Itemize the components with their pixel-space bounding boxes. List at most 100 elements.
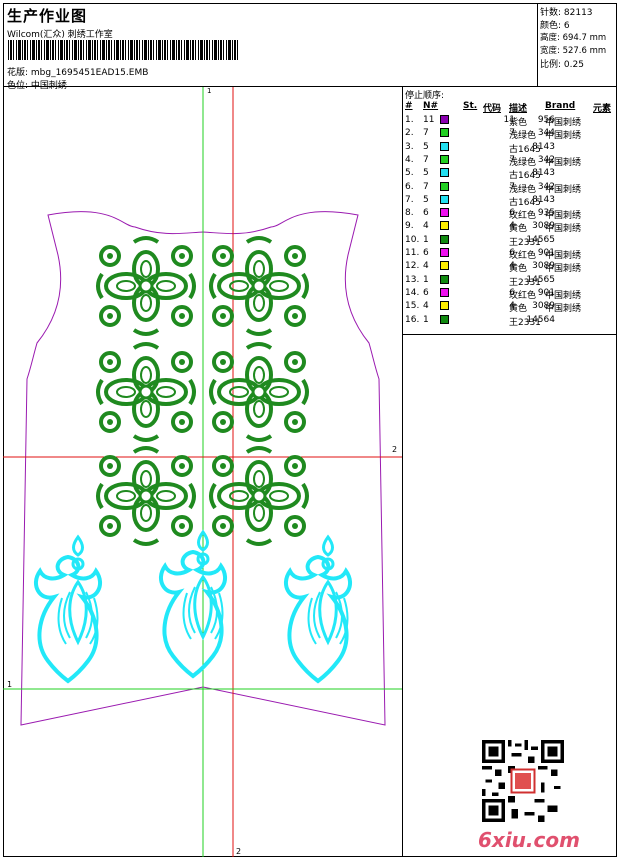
stop-sequence-row[interactable]: 14. 6 901 6 玫红色 中国刺绣 xyxy=(403,287,617,301)
thread-color-swatch xyxy=(440,301,449,311)
company-name: Wilcom(汇众) 刺绣工作室 xyxy=(7,30,113,40)
row-desc: 王2331 xyxy=(509,317,541,328)
stop-sequence-row[interactable]: 1. 11 956 11 紫色 中国刺绣 xyxy=(403,115,617,128)
cyan-drop-motifs xyxy=(33,530,353,683)
row-num: 9. xyxy=(405,221,414,232)
row-desc: 浅绿色 xyxy=(509,157,537,168)
axis-marker-left: 1 xyxy=(7,680,13,689)
stop-sequence-row[interactable]: 10. 1 14565 王2331 xyxy=(403,234,617,248)
row-num: 6. xyxy=(405,181,414,192)
stop-sequence-row[interactable]: 12. 4 3089 4 黄色 中国刺绣 xyxy=(403,261,617,274)
design-preview-canvas[interactable]: 1 2 1 2 xyxy=(3,87,403,857)
row-needle: 1 xyxy=(423,234,429,245)
row-needle: 5 xyxy=(423,194,429,205)
row-num: 5. xyxy=(405,168,414,179)
row-needle: 6 xyxy=(423,287,429,298)
row-num: 4. xyxy=(405,154,414,165)
row-brand: 中国刺绣 xyxy=(545,118,582,128)
row-num: 12. xyxy=(405,261,420,272)
col-header-n: N# xyxy=(423,101,439,111)
row-needle: 11 xyxy=(423,115,435,125)
thread-color-swatch xyxy=(440,221,449,231)
row-num: 8. xyxy=(405,208,414,219)
row-needle: 4 xyxy=(423,261,429,272)
stop-sequence-row[interactable]: 4. 7 342 7 浅绿色 中国刺绣 xyxy=(403,154,617,168)
row-desc: 王2331 xyxy=(509,237,541,248)
row-desc: 黄色 xyxy=(509,264,528,275)
col-header-stitches: St. xyxy=(463,101,478,111)
stop-sequence-panel: 停止顺序: # N# St. 代码 描述 Brand 元素 1. 11 956 11 紫… xyxy=(403,87,617,335)
thread-color-swatch xyxy=(440,181,449,191)
col-header-element: 元素 xyxy=(593,104,612,114)
stop-sequence-row[interactable]: 2. 7 344 7 浅绿色 中国刺绣 xyxy=(403,128,617,141)
row-num: 2. xyxy=(405,128,414,139)
row-num: 13. xyxy=(405,274,420,285)
col-header-num: # xyxy=(405,101,413,111)
thread-color-swatch xyxy=(440,128,449,138)
stop-sequence-row[interactable]: 3. 5 8143 古1645 xyxy=(403,141,617,155)
row-brand: 中国刺绣 xyxy=(545,304,582,315)
design-file-label: 花版: mbg_1695451EAD15.EMB xyxy=(7,68,149,78)
row-needle: 7 xyxy=(423,154,429,165)
stitch-count: 针数: 82113 xyxy=(540,8,593,18)
row-num: 15. xyxy=(405,301,420,312)
thread-color-swatch xyxy=(440,274,449,284)
qr-code xyxy=(482,740,564,822)
row-num: 11. xyxy=(405,248,420,258)
stop-sequence-row[interactable]: 6. 7 342 7 浅绿色 中国刺绣 xyxy=(403,181,617,195)
col-header-desc: 描述 xyxy=(509,104,528,114)
row-needle: 7 xyxy=(423,128,429,139)
row-num: 16. xyxy=(405,314,420,325)
row-desc: 古1645 xyxy=(509,171,541,182)
stop-sequence-title: 停止顺序: xyxy=(405,91,445,101)
row-num: 1. xyxy=(405,115,414,125)
row-brand: 中国刺绣 xyxy=(545,290,582,301)
axis-marker-right: 2 xyxy=(392,445,398,454)
stop-sequence-row[interactable]: 5. 5 8143 古1645 xyxy=(403,168,617,181)
thread-color-swatch xyxy=(440,208,449,218)
thread-color-swatch xyxy=(440,154,449,164)
row-brand: 中国刺绣 xyxy=(545,251,582,261)
thread-color-swatch xyxy=(440,141,449,151)
design-scale: 比例: 0.25 xyxy=(540,60,584,70)
row-needle: 6 xyxy=(423,208,429,219)
row-desc: 浅绿色 xyxy=(509,131,537,142)
row-needle: 4 xyxy=(423,221,429,232)
axis-marker-top: 1 xyxy=(207,87,212,95)
stop-sequence-row[interactable]: 11. 6 901 6 玫红色 中国刺绣 xyxy=(403,248,617,261)
row-brand: 中国刺绣 xyxy=(545,264,582,275)
row-desc: 黄色 xyxy=(509,304,528,315)
row-needle: 5 xyxy=(423,168,429,179)
row-desc: 浅绿色 xyxy=(509,184,537,195)
stop-sequence-row[interactable]: 13. 1 14565 王2331 xyxy=(403,274,617,288)
row-num: 7. xyxy=(405,194,414,205)
row-needle: 6 xyxy=(423,248,429,258)
stop-sequence-row[interactable]: 16. 1 14564 王2331 xyxy=(403,314,617,328)
design-width: 宽度: 527.6 mm xyxy=(540,46,607,56)
barcode-image xyxy=(8,40,238,60)
thread-color-swatch xyxy=(440,287,449,297)
row-desc: 王2331 xyxy=(509,277,541,288)
stop-sequence-row[interactable]: 8. 6 935 6 玫红色 中国刺绣 xyxy=(403,208,617,221)
row-num: 3. xyxy=(405,141,414,152)
row-desc: 玫红色 xyxy=(509,211,537,222)
thread-color-swatch xyxy=(440,261,449,271)
thread-color-swatch xyxy=(440,115,449,124)
row-needle: 4 xyxy=(423,301,429,312)
col-header-brand: Brand xyxy=(545,101,576,111)
row-brand: 中国刺绣 xyxy=(545,211,582,222)
stop-sequence-row[interactable]: 9. 4 3089 4 黄色 中国刺绣 xyxy=(403,221,617,234)
specs-panel: 针数: 82113 颜色: 6 高度: 694.7 mm 宽度: 527.6 m… xyxy=(538,3,617,87)
row-num: 10. xyxy=(405,234,420,245)
design-height: 高度: 694.7 mm xyxy=(540,33,607,43)
page-title: 生产作业图 xyxy=(7,7,88,25)
col-header-code: 代码 xyxy=(483,104,502,114)
row-desc: 玫红色 xyxy=(509,251,537,261)
thread-color-swatch xyxy=(440,194,449,204)
row-needle: 7 xyxy=(423,181,429,192)
stop-sequence-row[interactable]: 15. 4 3089 4 黄色 中国刺绣 xyxy=(403,301,617,314)
color-count: 颜色: 6 xyxy=(540,21,570,31)
stop-sequence-row[interactable]: 7. 5 8143 古1645 xyxy=(403,194,617,208)
header-panel: 生产作业图 Wilcom(汇众) 刺绣工作室 花版: mbg_1695451EA… xyxy=(3,3,538,91)
row-brand: 中国刺绣 xyxy=(545,224,582,235)
